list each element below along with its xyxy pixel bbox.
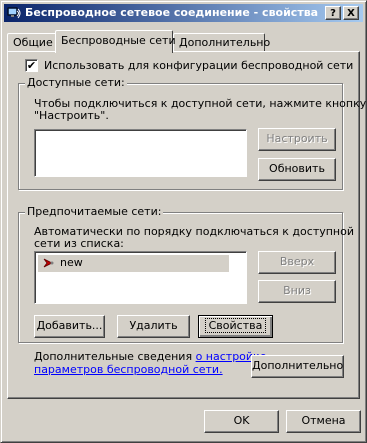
add-network-button[interactable]: Добавить... bbox=[34, 315, 105, 338]
list-item[interactable]: new bbox=[38, 255, 229, 272]
advanced-button-label: Дополнительно bbox=[252, 359, 344, 372]
tab-general[interactable]: Общие bbox=[7, 33, 57, 52]
tab-advanced-label: Дополнительно bbox=[179, 36, 271, 49]
network-properties-button[interactable]: Свойства bbox=[198, 315, 273, 338]
preferred-networks-list[interactable]: new bbox=[34, 251, 247, 304]
network-connection-icon bbox=[7, 7, 21, 19]
preferred-networks-label: Предпочитаемые сети: bbox=[25, 205, 164, 218]
available-description-line2: "Настроить". bbox=[34, 109, 109, 122]
tab-wireless-networks-label: Беспроводные сети bbox=[61, 34, 176, 47]
available-networks-label: Доступные сети: bbox=[25, 76, 127, 89]
more-info-text: Дополнительные сведения bbox=[34, 350, 193, 363]
tab-advanced[interactable]: Дополнительно bbox=[173, 33, 270, 52]
properties-dialog: Беспроводное сетевое соединение - свойст… bbox=[0, 0, 367, 443]
preferred-networks-group: Предпочитаемые сети: Автоматически по по… bbox=[18, 205, 354, 343]
cancel-button-label: Отмена bbox=[301, 414, 346, 427]
close-button[interactable]: X bbox=[343, 6, 359, 20]
use-windows-config-label[interactable]: Использовать для конфигурации беспроводн… bbox=[44, 59, 353, 72]
ok-button-label: OK bbox=[233, 414, 250, 427]
cancel-button[interactable]: Отмена bbox=[286, 410, 361, 433]
configure-button-label: Настроить bbox=[266, 132, 328, 145]
configure-button: Настроить bbox=[258, 128, 336, 151]
advanced-button[interactable]: Дополнительно bbox=[251, 355, 344, 378]
refresh-button[interactable]: Обновить bbox=[258, 158, 336, 181]
refresh-button-label: Обновить bbox=[269, 162, 325, 175]
available-networks-group: Доступные сети: Чтобы подключиться к дос… bbox=[18, 76, 366, 190]
remove-network-button[interactable]: Удалить bbox=[117, 315, 190, 338]
available-networks-list[interactable] bbox=[34, 129, 247, 177]
tab-general-label: Общие bbox=[13, 36, 53, 49]
use-windows-config-checkbox[interactable]: ✔ bbox=[25, 59, 38, 72]
wireless-network-icon bbox=[43, 258, 54, 268]
move-down-button: Вниз bbox=[258, 280, 336, 303]
title-bar[interactable]: Беспроводное сетевое соединение - свойст… bbox=[4, 4, 363, 22]
window-title: Беспроводное сетевое соединение - свойст… bbox=[25, 6, 319, 19]
move-up-button-label: Вверх bbox=[279, 255, 315, 268]
network-properties-button-label: Свойства bbox=[204, 318, 267, 333]
add-network-button-label: Добавить... bbox=[36, 319, 103, 332]
wireless-settings-link-continued[interactable]: параметров беспроводной сети. bbox=[34, 363, 223, 376]
move-up-button: Вверх bbox=[258, 251, 336, 274]
network-name: new bbox=[60, 256, 83, 269]
move-down-button-label: Вниз bbox=[283, 284, 311, 297]
help-button[interactable]: ? bbox=[325, 6, 341, 20]
remove-network-button-label: Удалить bbox=[129, 319, 178, 332]
more-info-line1: Дополнительные сведения о настройке bbox=[34, 350, 266, 363]
ok-button[interactable]: OK bbox=[204, 410, 279, 433]
preferred-description-line2: сети из списка: bbox=[34, 237, 124, 250]
more-info-line2: параметров беспроводной сети. bbox=[34, 363, 223, 376]
tab-wireless-networks[interactable]: Беспроводные сети bbox=[55, 30, 176, 53]
